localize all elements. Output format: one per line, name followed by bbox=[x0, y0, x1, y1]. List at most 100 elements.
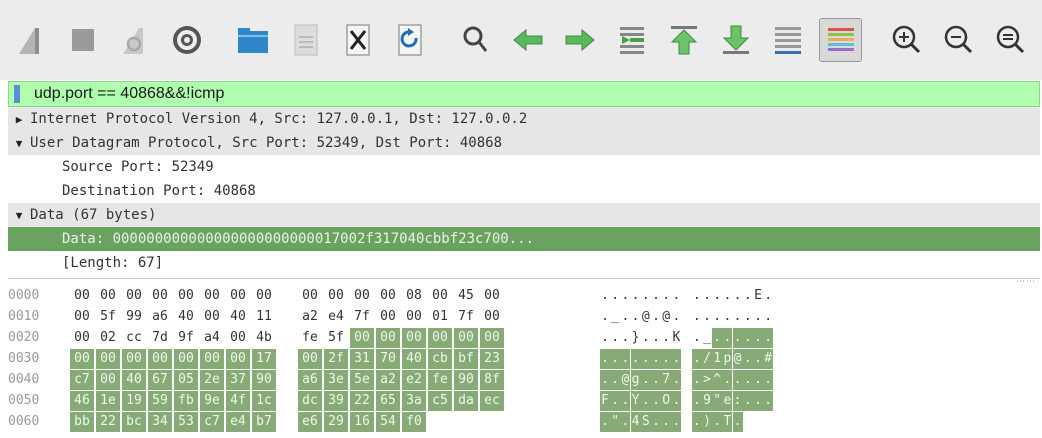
ascii-char[interactable]: . bbox=[743, 307, 753, 327]
ascii-char[interactable]: 1 bbox=[712, 349, 723, 369]
hex-row[interactable]: 0020 00 02 cc 7d 9f a4 00 4b fe 5f 00 00 00 00 00 00...}… bbox=[8, 328, 1040, 349]
ascii-char[interactable]: . bbox=[753, 391, 763, 411]
ascii-char[interactable]: . bbox=[651, 412, 661, 432]
ascii-char[interactable]: . bbox=[600, 328, 610, 348]
hex-byte[interactable]: 29 bbox=[324, 412, 348, 432]
hex-byte[interactable]: 5e bbox=[350, 370, 374, 390]
ascii-char[interactable]: . bbox=[620, 391, 631, 411]
hex-byte[interactable]: a4 bbox=[200, 328, 224, 348]
ascii-char[interactable]: . bbox=[651, 307, 661, 327]
ascii-char[interactable]: 7 bbox=[661, 370, 672, 390]
hex-row[interactable]: 0000 00 00 00 00 00 00 00 00 00 00 00 00 08 00 45 00....… bbox=[8, 286, 1040, 307]
expanded-arrow-icon[interactable]: ▼ bbox=[8, 137, 30, 150]
hex-byte[interactable]: 16 bbox=[350, 412, 374, 432]
hex-byte[interactable]: 45 bbox=[454, 286, 478, 306]
hex-byte[interactable]: 08 bbox=[402, 286, 426, 306]
tree-item-data-selected[interactable]: Data: 000000000000000000000000017002f317… bbox=[8, 227, 1040, 251]
ascii-char[interactable]: . bbox=[640, 370, 651, 390]
ascii-char[interactable]: _ bbox=[702, 328, 712, 348]
ascii-char[interactable]: . bbox=[742, 328, 753, 348]
hex-byte[interactable]: 1e bbox=[96, 391, 120, 411]
hex-byte[interactable]: 22 bbox=[96, 412, 120, 432]
ascii-char[interactable]: . bbox=[641, 328, 651, 348]
hex-byte[interactable]: 40 bbox=[402, 349, 426, 369]
hex-byte[interactable]: 00 bbox=[298, 286, 322, 306]
hex-byte[interactable]: 00 bbox=[122, 286, 146, 306]
hex-byte[interactable]: ec bbox=[480, 391, 504, 411]
open-folder-icon[interactable] bbox=[232, 18, 274, 62]
ascii-char[interactable]: . bbox=[620, 328, 630, 348]
tree-item-destination-port[interactable]: Destination Port: 40868 bbox=[8, 179, 1040, 203]
ascii-char[interactable]: " bbox=[712, 391, 723, 411]
hex-byte[interactable]: 99 bbox=[122, 307, 146, 327]
hex-byte[interactable]: 05 bbox=[174, 370, 198, 390]
ascii-char[interactable]: . bbox=[692, 328, 702, 348]
hex-byte[interactable]: cc bbox=[122, 328, 146, 348]
hex-byte[interactable]: 37 bbox=[226, 370, 250, 390]
ascii-char[interactable]: . bbox=[661, 349, 672, 369]
hex-byte[interactable]: a2 bbox=[376, 370, 400, 390]
tree-item-data[interactable]: ▼ Data (67 bytes) bbox=[8, 203, 1040, 227]
ascii-char[interactable]: . bbox=[610, 286, 620, 306]
display-filter-input[interactable]: udp.port == 40868&&!icmp bbox=[34, 85, 224, 103]
back-arrow-icon[interactable] bbox=[507, 18, 549, 62]
ascii-char[interactable]: O bbox=[661, 391, 672, 411]
hex-byte[interactable]: 54 bbox=[376, 412, 400, 432]
hex-byte[interactable]: 4f bbox=[226, 391, 250, 411]
hex-byte[interactable]: c7 bbox=[200, 412, 224, 432]
ascii-char[interactable]: T bbox=[722, 412, 733, 432]
hex-byte[interactable]: 34 bbox=[148, 412, 172, 432]
hex-byte[interactable]: b7 bbox=[252, 412, 276, 432]
hex-byte[interactable]: 3a bbox=[402, 391, 426, 411]
ascii-char[interactable]: . bbox=[610, 328, 620, 348]
hex-byte[interactable]: 00 bbox=[324, 286, 348, 306]
ascii-char[interactable]: . bbox=[691, 412, 702, 432]
ascii-char[interactable] bbox=[682, 328, 692, 348]
hex-byte[interactable]: e6 bbox=[298, 412, 322, 432]
ascii-char[interactable] bbox=[682, 391, 692, 411]
ascii-char[interactable]: . bbox=[640, 349, 651, 369]
hex-byte[interactable]: 40 bbox=[174, 307, 198, 327]
ascii-char[interactable]: S bbox=[640, 412, 651, 432]
hex-byte[interactable]: e2 bbox=[402, 370, 426, 390]
ascii-char[interactable]: . bbox=[671, 307, 681, 327]
pane-splitter[interactable]: ⋯⋯ bbox=[8, 277, 1040, 287]
hex-byte[interactable]: 00 bbox=[402, 307, 426, 327]
ascii-char[interactable]: . bbox=[692, 286, 702, 306]
hex-byte[interactable]: 3e bbox=[324, 370, 348, 390]
ascii-char[interactable]: E bbox=[753, 286, 763, 306]
ascii-char[interactable]: ) bbox=[702, 412, 712, 432]
ascii-char[interactable]: . bbox=[743, 286, 753, 306]
display-filter-bar[interactable]: udp.port == 40868&&!icmp bbox=[8, 81, 1040, 107]
hex-byte[interactable]: 00 bbox=[96, 286, 120, 306]
hex-byte[interactable]: 39 bbox=[324, 391, 348, 411]
first-packet-icon[interactable] bbox=[663, 18, 705, 62]
hex-byte[interactable]: a2 bbox=[298, 307, 322, 327]
hex-byte[interactable]: da bbox=[454, 391, 478, 411]
ascii-char[interactable]: . bbox=[722, 286, 732, 306]
ascii-char[interactable]: . bbox=[733, 307, 743, 327]
hex-byte[interactable]: 00 bbox=[70, 286, 94, 306]
ascii-char[interactable] bbox=[682, 412, 692, 432]
hex-byte[interactable]: 00 bbox=[174, 349, 198, 369]
hex-byte[interactable]: 8f bbox=[480, 370, 504, 390]
hex-byte[interactable]: 4b bbox=[252, 328, 276, 348]
hex-byte[interactable]: cb bbox=[428, 349, 452, 369]
hex-byte[interactable]: 2f bbox=[324, 349, 348, 369]
ascii-char[interactable]: . bbox=[671, 370, 682, 390]
ascii-char[interactable]: . bbox=[641, 286, 651, 306]
restart-icon[interactable] bbox=[114, 18, 156, 62]
hex-byte[interactable]: e4 bbox=[226, 412, 250, 432]
hex-byte[interactable]: 22 bbox=[350, 391, 374, 411]
ascii-char[interactable]: 4 bbox=[630, 412, 641, 432]
tree-item-ipv4[interactable]: ▶ Internet Protocol Version 4, Src: 127.… bbox=[8, 107, 1040, 131]
ascii-char[interactable]: . bbox=[753, 328, 763, 348]
hex-byte[interactable]: fe bbox=[428, 370, 452, 390]
hex-row[interactable]: 0050 46 1e 19 59 fb 9e 4f 1c dc 39 22 65 3a c5 da ec F.. Y… bbox=[8, 391, 1040, 412]
ascii-char[interactable]: . bbox=[722, 307, 732, 327]
ascii-char[interactable]: . bbox=[600, 307, 610, 327]
ascii-char[interactable]: . bbox=[661, 286, 671, 306]
ascii-char[interactable]: . bbox=[742, 391, 753, 411]
collapsed-arrow-icon[interactable]: ▶ bbox=[8, 113, 30, 126]
hex-byte[interactable]: 00 bbox=[480, 307, 504, 327]
